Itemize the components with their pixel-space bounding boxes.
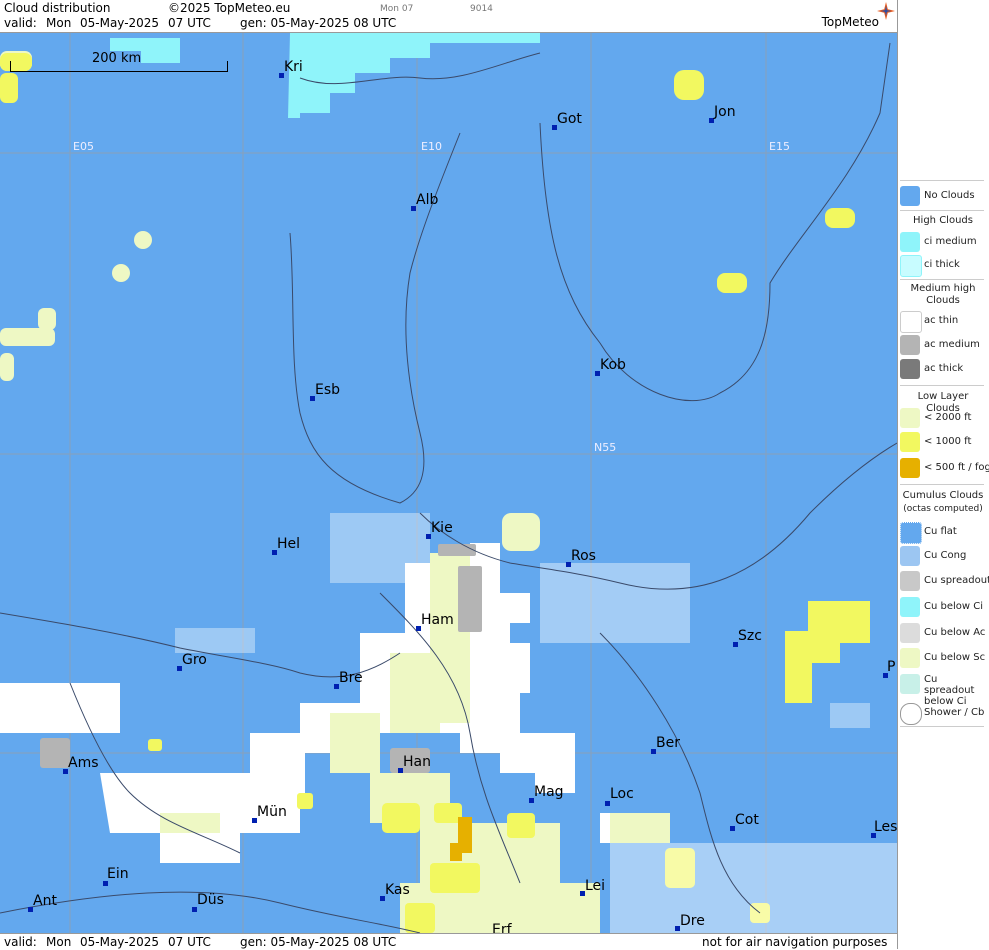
legend-divider: [900, 385, 984, 386]
city-mun[interactable]: Mün: [257, 804, 287, 820]
legend-cu-below-sc: Cu below Sc: [900, 648, 986, 668]
generated-time: gen: 05-May-2025 08 UTC: [240, 16, 397, 30]
legend-cu-flat: Cu flat: [900, 522, 986, 544]
city-ham[interactable]: Ham: [421, 612, 454, 628]
coord-n55: N55: [594, 441, 617, 454]
legend-high-clouds-heading: High Clouds: [913, 215, 973, 226]
legend-divider: [900, 726, 984, 727]
city-p[interactable]: P: [887, 659, 895, 675]
city-ber[interactable]: Ber: [656, 735, 680, 751]
city-han[interactable]: Han: [403, 754, 431, 770]
valid-time: 07 UTC: [168, 16, 211, 30]
legend-cu-below-ac: Cu below Ac: [900, 623, 986, 643]
city-kri[interactable]: Kri: [284, 59, 303, 75]
legend-ac-thick: ac thick: [900, 359, 986, 379]
city-jon[interactable]: Jon: [714, 104, 736, 120]
city-got[interactable]: Got: [557, 111, 582, 127]
city-les[interactable]: Les: [874, 819, 897, 835]
legend-medium-high-heading: Medium high Clouds: [910, 283, 976, 306]
legend-cu-cong: Cu Cong: [900, 546, 986, 566]
coord-e05: E05: [73, 140, 94, 153]
legend-divider: [900, 180, 984, 181]
city-dus[interactable]: Düs: [197, 892, 224, 908]
coord-e10: E10: [421, 140, 442, 153]
legend-cu-spreadout: Cu spreadout: [900, 571, 989, 591]
legend-ci-medium: ci medium: [900, 232, 986, 252]
footer-generated: gen: 05-May-2025 08 UTC: [240, 935, 397, 949]
map-footer: valid: Mon 05-May-2025 07 UTC gen: 05-Ma…: [0, 933, 897, 950]
city-lei[interactable]: Lei: [585, 878, 605, 894]
legend-ac-medium: ac medium: [900, 335, 986, 355]
cloud-map[interactable]: 200 km E05 E10 E15 N55 Kri Got Jon Alb K…: [0, 33, 897, 933]
city-ros[interactable]: Ros: [571, 548, 596, 564]
city-mag[interactable]: Mag: [534, 784, 564, 800]
city-hel[interactable]: Hel: [277, 536, 300, 552]
run-label: Mon 07: [380, 4, 414, 14]
legend-cumulus-subheading: (octas computed): [903, 504, 983, 514]
legend-cu-spreadout-below-ci: Cu spreadout below Ci: [900, 674, 986, 707]
footer-valid-time: 07 UTC: [168, 935, 211, 949]
footer-valid-date: 05-May-2025: [80, 935, 160, 949]
city-kob[interactable]: Kob: [600, 357, 626, 373]
compass-star-icon: [877, 2, 895, 20]
city-alb[interactable]: Alb: [416, 192, 438, 208]
valid-day: Mon: [46, 16, 72, 30]
city-szc[interactable]: Szc: [738, 628, 762, 644]
coord-e15: E15: [769, 140, 790, 153]
map-canvas: [0, 33, 897, 933]
legend-shower: Shower / Cb: [900, 703, 986, 725]
city-kie[interactable]: Kie: [431, 520, 453, 536]
city-kas[interactable]: Kas: [385, 882, 410, 898]
map-title: Cloud distribution: [4, 1, 111, 15]
city-bre[interactable]: Bre: [339, 670, 363, 686]
city-esb[interactable]: Esb: [315, 382, 340, 398]
legend-fog: < 500 ft / fog: [900, 458, 989, 478]
legend-below-2000ft: < 2000 ft: [900, 408, 986, 428]
legend-cu-below-ci: Cu below Ci: [900, 597, 986, 617]
low-cloud-2000ft: [0, 51, 540, 551]
run-code: 9014: [470, 4, 493, 14]
city-ams[interactable]: Ams: [68, 755, 99, 771]
cirrus-area: [110, 33, 540, 118]
valid-date: 05-May-2025: [80, 16, 160, 30]
legend-ac-thin: ac thin: [900, 311, 986, 333]
topmeteo-logo[interactable]: TopMeteo: [822, 15, 879, 29]
legend-below-1000ft: < 1000 ft: [900, 432, 986, 452]
footer-valid-label: valid:: [4, 935, 37, 949]
map-header: Cloud distribution ©2025 TopMeteo.eu Mon…: [0, 0, 897, 33]
city-ein[interactable]: Ein: [107, 866, 129, 882]
footer-valid-day: Mon: [46, 935, 72, 949]
legend-divider: [900, 279, 984, 280]
scale-label: 200 km: [92, 51, 142, 66]
city-cot[interactable]: Cot: [735, 812, 759, 828]
legend-divider: [900, 484, 984, 485]
city-loc[interactable]: Loc: [610, 786, 634, 802]
copyright: ©2025 TopMeteo.eu: [168, 1, 291, 15]
legend-no-clouds: No Clouds: [900, 186, 986, 206]
city-gro[interactable]: Gro: [182, 652, 207, 668]
legend-cumulus-heading: Cumulus Clouds: [902, 490, 984, 501]
city-ant[interactable]: Ant: [33, 893, 57, 909]
legend-panel: No Clouds High Clouds ci medium ci thick…: [897, 0, 989, 949]
legend-ci-thick: ci thick: [900, 255, 986, 277]
city-erf[interactable]: Erf: [492, 922, 512, 933]
legend-divider: [900, 210, 984, 211]
footer-disclaimer: not for air navigation purposes: [702, 935, 888, 949]
valid-label: valid:: [4, 16, 37, 30]
city-dre[interactable]: Dre: [680, 913, 705, 929]
